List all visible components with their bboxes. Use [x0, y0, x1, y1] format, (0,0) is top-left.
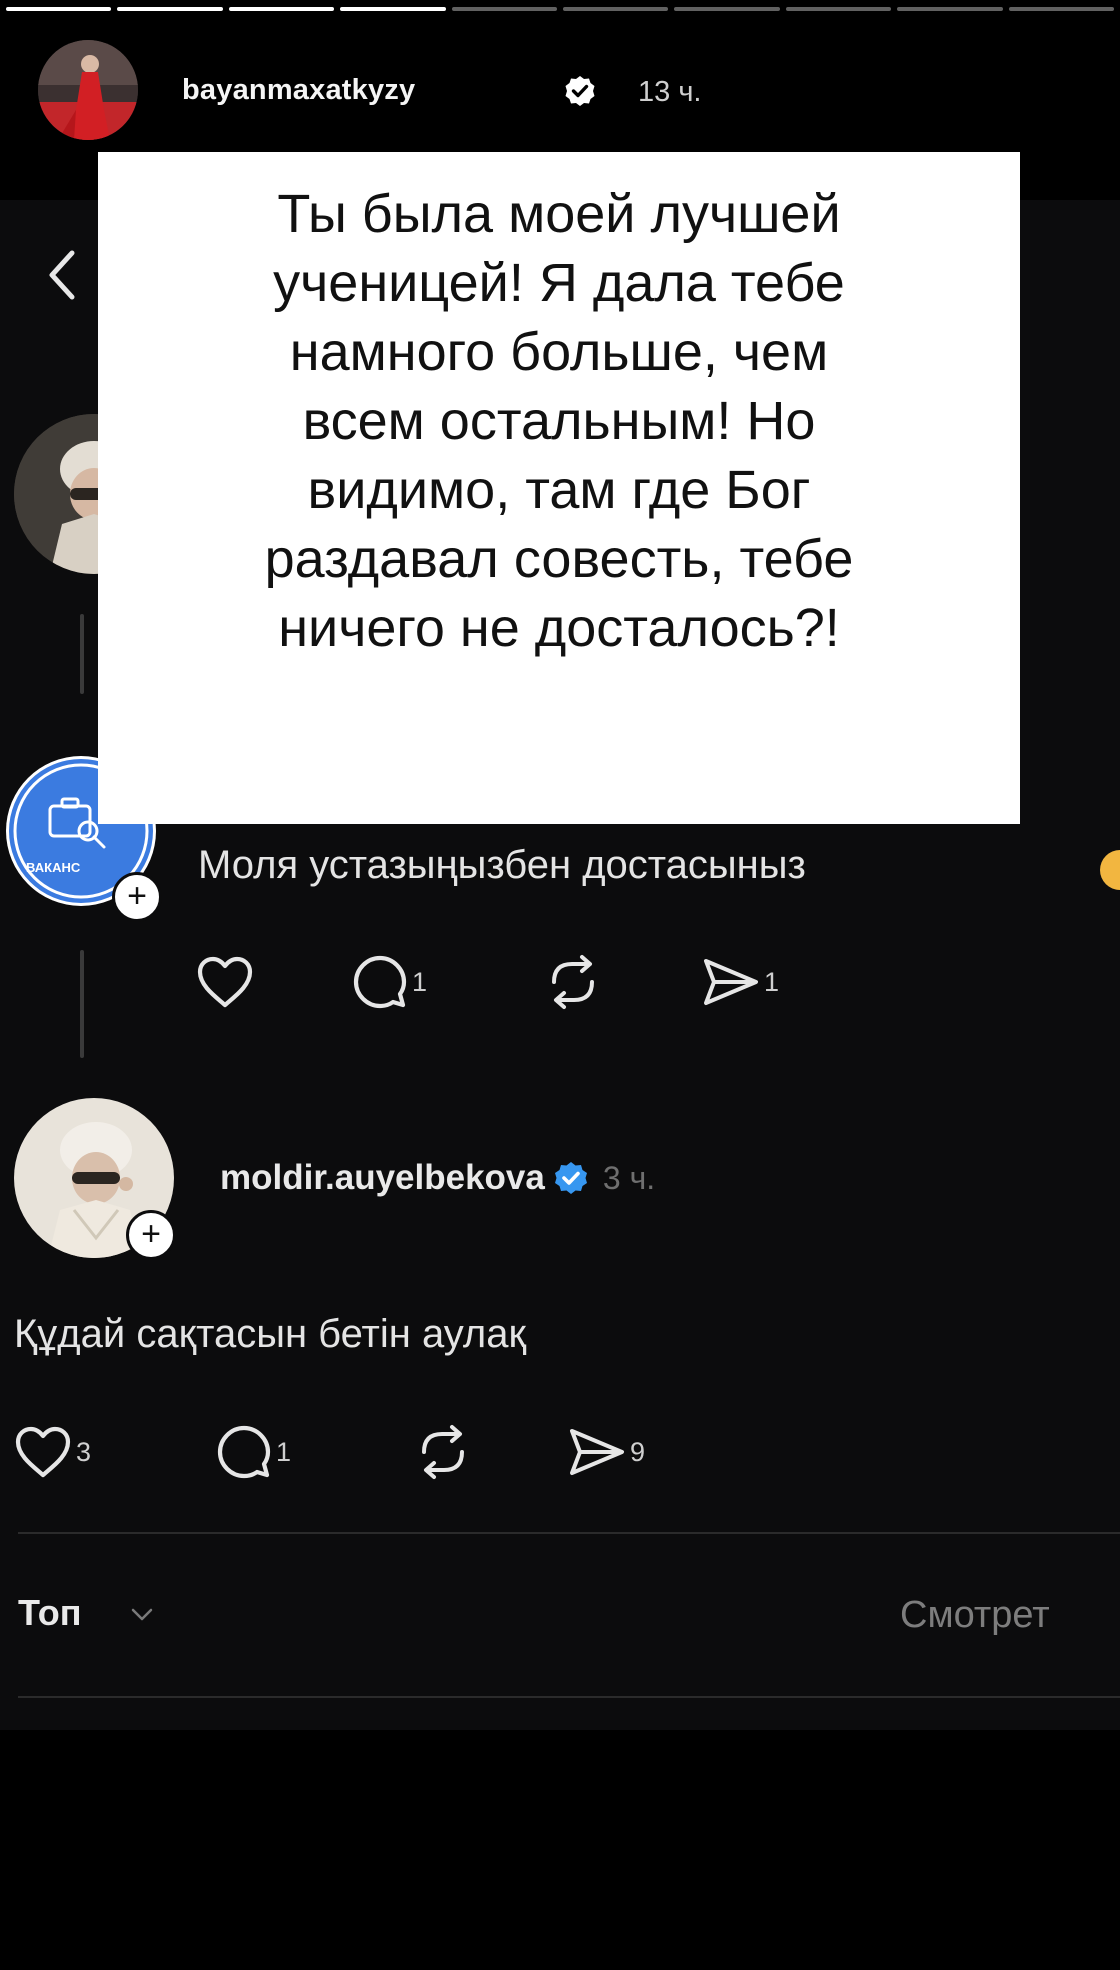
thread-line [80, 950, 84, 1058]
story-progress-segment [563, 7, 669, 11]
story-progress-segment [785, 7, 892, 11]
story-text-line: видимо, там где Бог [307, 460, 811, 520]
comment-icon [353, 955, 407, 1009]
story-progress-segment [6, 7, 112, 11]
repost-icon [552, 955, 594, 1009]
follow-plus-button[interactable]: + [112, 872, 162, 922]
reply2-header: moldir.auyelbekova 3 ч. [220, 1158, 655, 1198]
story-screen: bayanmaxatkyzy 13 ч. ВАКАНС + Моля устаз… [0, 0, 1120, 1970]
reply1-actions: 1 1 [196, 952, 896, 1012]
follow-plus-button[interactable]: + [126, 1210, 176, 1260]
repost-button[interactable] [414, 1422, 476, 1482]
story-text-line: ничего не досталось?! [278, 598, 840, 658]
share-button[interactable]: 1 [702, 952, 779, 1012]
verified-badge-icon [554, 1162, 587, 1194]
heart-icon [15, 1426, 71, 1478]
reply2-timestamp: 3 ч. [602, 1159, 656, 1196]
story-text-line: раздавал совесть, тебе [264, 529, 854, 589]
reply2-actions: 3 1 9 [14, 1422, 714, 1482]
comment-count: 1 [276, 1436, 292, 1467]
reply-avatar-label: ВАКАНС [26, 860, 81, 875]
heart-icon [197, 956, 253, 1008]
story-progress-segment [117, 7, 223, 11]
story-text-line: всем остальным! Но [302, 391, 816, 451]
chevron-down-icon[interactable] [128, 1600, 156, 1628]
story-progress-segment [674, 7, 780, 11]
send-icon [704, 959, 758, 1005]
repost-button[interactable] [544, 952, 606, 1012]
share-count: 1 [764, 966, 780, 997]
sort-dropdown-label[interactable]: Топ [18, 1592, 81, 1634]
story-timestamp: 13 ч. [638, 76, 702, 108]
story-progress-bar [6, 7, 1115, 12]
like-button[interactable] [196, 952, 258, 1012]
section-divider [18, 1696, 1120, 1698]
verified-badge-icon [565, 76, 595, 106]
thread-line [80, 614, 84, 694]
comment-button[interactable]: 1 [216, 1422, 291, 1482]
like-count: 3 [76, 1436, 92, 1467]
like-button[interactable]: 3 [14, 1422, 91, 1482]
story-progress-segment [897, 7, 1003, 11]
comment-count: 1 [412, 966, 428, 997]
comment-button[interactable]: 1 [352, 952, 427, 1012]
story-text-overlay: Ты была моей лучшей ученицей! Я дала тебе… [98, 152, 1020, 824]
story-text-line: намного больше, чем [289, 322, 829, 382]
share-count: 9 [630, 1436, 646, 1467]
story-text-line: ученицей! Я дала тебе [273, 253, 845, 313]
story-author-avatar[interactable] [38, 40, 138, 140]
send-icon [570, 1429, 624, 1475]
story-progress-segment [451, 7, 558, 11]
story-progress-segment [228, 7, 335, 11]
story-author-username[interactable]: bayanmaxatkyzy [182, 74, 415, 107]
comment-icon [217, 1425, 271, 1479]
share-button[interactable]: 9 [568, 1422, 645, 1482]
reply2-text: Құдай сақтасын бетін аулақ [14, 1312, 526, 1356]
story-progress-segment [1008, 7, 1115, 11]
story-text-line: Ты была моей лучшей [277, 184, 841, 244]
repost-icon [422, 1425, 464, 1479]
section-divider [18, 1532, 1120, 1534]
story-progress-segment [340, 7, 446, 11]
back-chevron-icon[interactable] [42, 245, 82, 305]
view-activity-link[interactable]: Смотрет [900, 1594, 1050, 1637]
reply1-text: Моля устазыңызбен достасыныз [198, 843, 806, 887]
reply2-username[interactable]: moldir.auyelbekova [220, 1158, 545, 1198]
